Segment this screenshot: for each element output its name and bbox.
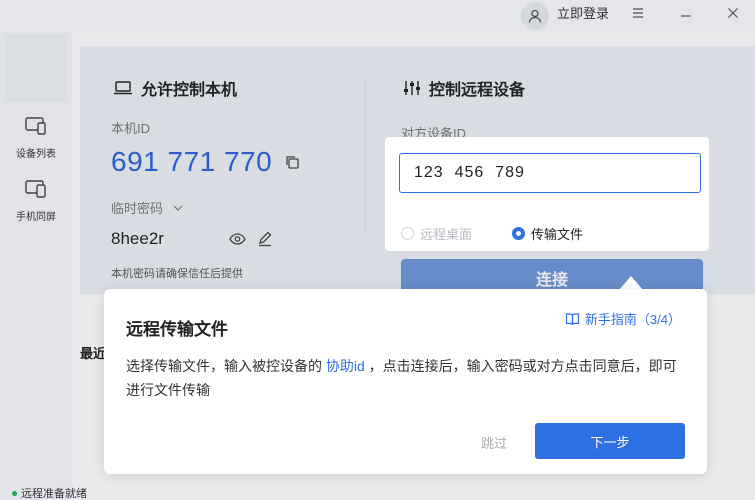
guide-link[interactable]: 新手指南（3/4） bbox=[565, 309, 681, 328]
guide-body-text: 选择传输文件，输入被控设备的 bbox=[126, 358, 326, 374]
guide-body: 选择传输文件，输入被控设备的 协助id ，点击连接后，输入密码或对方点击同意后，… bbox=[126, 354, 686, 402]
guide-link-text: 新手指南（3/4） bbox=[584, 312, 681, 327]
radio-circle-icon bbox=[512, 227, 525, 240]
radio-file-transfer[interactable]: 传输文件 bbox=[512, 224, 583, 243]
remote-id-input[interactable] bbox=[399, 153, 701, 193]
guide-body-highlight: 协助id bbox=[325, 358, 365, 374]
skip-button[interactable]: 跳过 bbox=[481, 433, 507, 452]
guide-dialog: 远程传输文件 新手指南（3/4） 选择传输文件，输入被控设备的 协助id ，点击… bbox=[104, 289, 707, 474]
book-icon bbox=[565, 312, 580, 325]
guide-title: 远程传输文件 bbox=[126, 320, 228, 339]
radio-circle-icon bbox=[401, 227, 414, 240]
radio-label: 传输文件 bbox=[531, 227, 584, 242]
radio-remote-desktop[interactable]: 远程桌面 bbox=[401, 224, 472, 243]
radio-label: 远程桌面 bbox=[420, 227, 473, 242]
next-step-button[interactable]: 下一步 bbox=[535, 423, 685, 459]
tooltip-arrow bbox=[619, 276, 643, 290]
